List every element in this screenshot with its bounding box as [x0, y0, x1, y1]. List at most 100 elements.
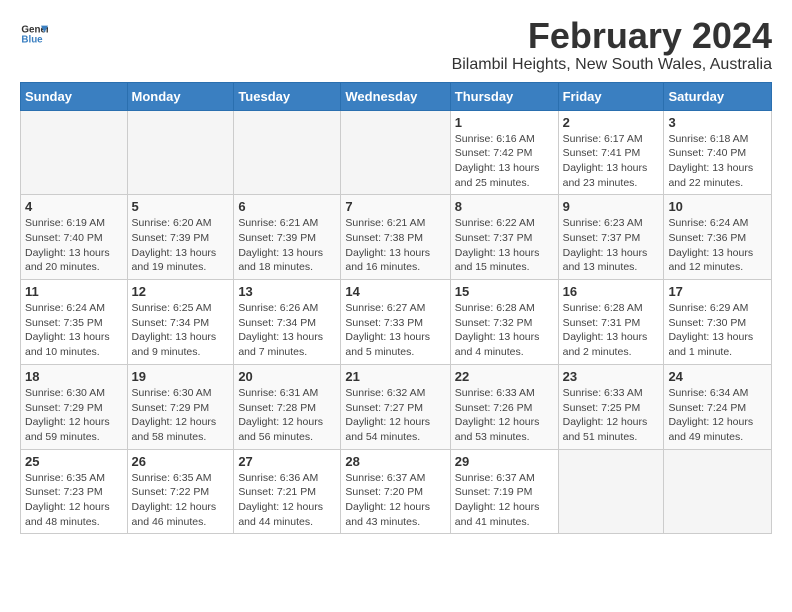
calendar-cell: 14 Sunrise: 6:27 AMSunset: 7:33 PMDayligh…	[341, 280, 450, 365]
header-day-sunday: Sunday	[21, 82, 128, 110]
day-number: 21	[345, 369, 445, 384]
calendar-cell: 28 Sunrise: 6:37 AMSunset: 7:20 PMDayligh…	[341, 449, 450, 534]
day-info: Sunrise: 6:16 AMSunset: 7:42 PMDaylight:…	[455, 132, 554, 191]
calendar-cell: 13 Sunrise: 6:26 AMSunset: 7:34 PMDayligh…	[234, 280, 341, 365]
day-info: Sunrise: 6:31 AMSunset: 7:28 PMDaylight:…	[238, 386, 336, 445]
calendar-cell: 22 Sunrise: 6:33 AMSunset: 7:26 PMDayligh…	[450, 364, 558, 449]
calendar-cell: 3 Sunrise: 6:18 AMSunset: 7:40 PMDaylight…	[664, 110, 772, 195]
day-number: 5	[132, 199, 230, 214]
calendar-cell: 24 Sunrise: 6:34 AMSunset: 7:24 PMDayligh…	[664, 364, 772, 449]
day-number: 10	[668, 199, 767, 214]
calendar-cell: 27 Sunrise: 6:36 AMSunset: 7:21 PMDayligh…	[234, 449, 341, 534]
day-info: Sunrise: 6:35 AMSunset: 7:22 PMDaylight:…	[132, 471, 230, 530]
header: General Blue February 2024 Bilambil Heig…	[20, 16, 772, 74]
day-number: 24	[668, 369, 767, 384]
calendar-cell: 26 Sunrise: 6:35 AMSunset: 7:22 PMDayligh…	[127, 449, 234, 534]
day-info: Sunrise: 6:30 AMSunset: 7:29 PMDaylight:…	[25, 386, 123, 445]
main-title: February 2024	[452, 16, 772, 56]
calendar-cell: 2 Sunrise: 6:17 AMSunset: 7:41 PMDaylight…	[558, 110, 664, 195]
day-number: 4	[25, 199, 123, 214]
day-number: 1	[455, 115, 554, 130]
week-row-5: 25 Sunrise: 6:35 AMSunset: 7:23 PMDayligh…	[21, 449, 772, 534]
day-info: Sunrise: 6:35 AMSunset: 7:23 PMDaylight:…	[25, 471, 123, 530]
day-number: 26	[132, 454, 230, 469]
calendar-cell: 12Sunrise: 6:25 AMSunset: 7:34 PMDayligh…	[127, 280, 234, 365]
calendar-cell: 25 Sunrise: 6:35 AMSunset: 7:23 PMDayligh…	[21, 449, 128, 534]
day-number: 15	[455, 284, 554, 299]
day-info: Sunrise: 6:23 AMSunset: 7:37 PMDaylight:…	[563, 216, 660, 275]
day-number: 16	[563, 284, 660, 299]
calendar-cell: 17Sunrise: 6:29 AMSunset: 7:30 PMDayligh…	[664, 280, 772, 365]
calendar-cell: 11 Sunrise: 6:24 AMSunset: 7:35 PMDayligh…	[21, 280, 128, 365]
calendar-cell	[234, 110, 341, 195]
week-row-2: 4 Sunrise: 6:19 AMSunset: 7:40 PMDaylight…	[21, 195, 772, 280]
day-number: 6	[238, 199, 336, 214]
day-number: 20	[238, 369, 336, 384]
calendar-cell: 1 Sunrise: 6:16 AMSunset: 7:42 PMDaylight…	[450, 110, 558, 195]
day-info: Sunrise: 6:37 AMSunset: 7:19 PMDaylight:…	[455, 471, 554, 530]
svg-text:Blue: Blue	[21, 34, 43, 45]
day-info: Sunrise: 6:20 AMSunset: 7:39 PMDaylight:…	[132, 216, 230, 275]
day-info: Sunrise: 6:33 AMSunset: 7:26 PMDaylight:…	[455, 386, 554, 445]
day-info: Sunrise: 6:30 AMSunset: 7:29 PMDaylight:…	[132, 386, 230, 445]
day-info: Sunrise: 6:21 AMSunset: 7:38 PMDaylight:…	[345, 216, 445, 275]
header-day-thursday: Thursday	[450, 82, 558, 110]
day-number: 3	[668, 115, 767, 130]
subtitle: Bilambil Heights, New South Wales, Austr…	[452, 56, 772, 74]
day-number: 7	[345, 199, 445, 214]
day-info: Sunrise: 6:34 AMSunset: 7:24 PMDaylight:…	[668, 386, 767, 445]
day-number: 2	[563, 115, 660, 130]
day-number: 19	[132, 369, 230, 384]
calendar-cell: 20 Sunrise: 6:31 AMSunset: 7:28 PMDayligh…	[234, 364, 341, 449]
calendar-cell: 7 Sunrise: 6:21 AMSunset: 7:38 PMDaylight…	[341, 195, 450, 280]
header-day-monday: Monday	[127, 82, 234, 110]
day-number: 9	[563, 199, 660, 214]
header-row: SundayMondayTuesdayWednesdayThursdayFrid…	[21, 82, 772, 110]
calendar-cell: 23 Sunrise: 6:33 AMSunset: 7:25 PMDayligh…	[558, 364, 664, 449]
week-row-3: 11 Sunrise: 6:24 AMSunset: 7:35 PMDayligh…	[21, 280, 772, 365]
header-day-wednesday: Wednesday	[341, 82, 450, 110]
week-row-1: 1 Sunrise: 6:16 AMSunset: 7:42 PMDaylight…	[21, 110, 772, 195]
day-info: Sunrise: 6:28 AMSunset: 7:32 PMDaylight:…	[455, 301, 554, 360]
day-number: 17	[668, 284, 767, 299]
day-info: Sunrise: 6:19 AMSunset: 7:40 PMDaylight:…	[25, 216, 123, 275]
day-number: 23	[563, 369, 660, 384]
calendar-cell	[558, 449, 664, 534]
day-number: 22	[455, 369, 554, 384]
day-number: 28	[345, 454, 445, 469]
day-number: 11	[25, 284, 123, 299]
day-info: Sunrise: 6:26 AMSunset: 7:34 PMDaylight:…	[238, 301, 336, 360]
day-info: Sunrise: 6:36 AMSunset: 7:21 PMDaylight:…	[238, 471, 336, 530]
calendar-cell: 15 Sunrise: 6:28 AMSunset: 7:32 PMDayligh…	[450, 280, 558, 365]
day-info: Sunrise: 6:25 AMSunset: 7:34 PMDaylight:…	[132, 301, 230, 360]
day-info: Sunrise: 6:18 AMSunset: 7:40 PMDaylight:…	[668, 132, 767, 191]
day-info: Sunrise: 6:27 AMSunset: 7:33 PMDaylight:…	[345, 301, 445, 360]
day-info: Sunrise: 6:32 AMSunset: 7:27 PMDaylight:…	[345, 386, 445, 445]
day-info: Sunrise: 6:24 AMSunset: 7:36 PMDaylight:…	[668, 216, 767, 275]
day-number: 27	[238, 454, 336, 469]
calendar-cell: 8Sunrise: 6:22 AMSunset: 7:37 PMDaylight…	[450, 195, 558, 280]
calendar-cell: 18 Sunrise: 6:30 AMSunset: 7:29 PMDayligh…	[21, 364, 128, 449]
day-info: Sunrise: 6:37 AMSunset: 7:20 PMDaylight:…	[345, 471, 445, 530]
day-number: 18	[25, 369, 123, 384]
calendar-cell: 9 Sunrise: 6:23 AMSunset: 7:37 PMDaylight…	[558, 195, 664, 280]
day-info: Sunrise: 6:24 AMSunset: 7:35 PMDaylight:…	[25, 301, 123, 360]
day-number: 25	[25, 454, 123, 469]
calendar-cell: 4 Sunrise: 6:19 AMSunset: 7:40 PMDaylight…	[21, 195, 128, 280]
calendar-cell	[664, 449, 772, 534]
day-number: 13	[238, 284, 336, 299]
day-info: Sunrise: 6:33 AMSunset: 7:25 PMDaylight:…	[563, 386, 660, 445]
day-info: Sunrise: 6:28 AMSunset: 7:31 PMDaylight:…	[563, 301, 660, 360]
day-info: Sunrise: 6:17 AMSunset: 7:41 PMDaylight:…	[563, 132, 660, 191]
calendar-cell: 16 Sunrise: 6:28 AMSunset: 7:31 PMDayligh…	[558, 280, 664, 365]
title-area: February 2024 Bilambil Heights, New Sout…	[452, 16, 772, 74]
calendar-cell: 29 Sunrise: 6:37 AMSunset: 7:19 PMDayligh…	[450, 449, 558, 534]
day-number: 14	[345, 284, 445, 299]
calendar-cell: 10 Sunrise: 6:24 AMSunset: 7:36 PMDayligh…	[664, 195, 772, 280]
calendar-cell: 5 Sunrise: 6:20 AMSunset: 7:39 PMDaylight…	[127, 195, 234, 280]
logo: General Blue	[20, 20, 48, 48]
calendar-cell	[127, 110, 234, 195]
day-number: 29	[455, 454, 554, 469]
header-day-tuesday: Tuesday	[234, 82, 341, 110]
day-info: Sunrise: 6:22 AMSunset: 7:37 PMDaylight:…	[455, 216, 554, 275]
